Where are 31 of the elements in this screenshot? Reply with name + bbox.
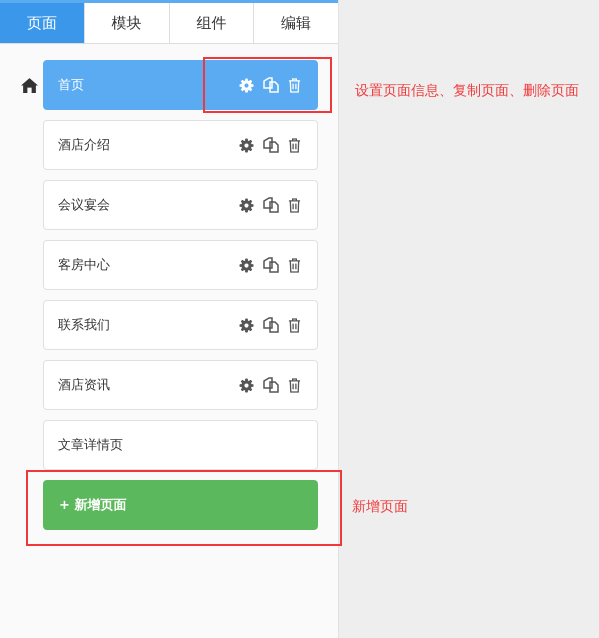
page-name: 酒店资讯	[58, 377, 111, 394]
trash-icon[interactable]	[288, 198, 301, 212]
settings-icon[interactable]	[239, 198, 254, 212]
page-name: 首页	[58, 77, 85, 94]
trash-icon[interactable]	[288, 318, 301, 332]
copy-icon[interactable]	[263, 317, 279, 333]
copy-icon[interactable]	[263, 197, 279, 213]
trash-icon[interactable]	[288, 258, 301, 272]
annotation-text: 设置页面信息、复制页面、删除页面	[355, 82, 580, 101]
page-name: 联系我们	[58, 317, 111, 334]
settings-icon[interactable]	[239, 318, 254, 332]
annotation-text: 新增页面	[352, 498, 408, 517]
copy-icon[interactable]	[263, 377, 279, 393]
page-item[interactable]: 酒店介绍	[43, 120, 318, 170]
page-name: 酒店介绍	[58, 137, 111, 154]
page-item[interactable]: 酒店资讯	[43, 360, 318, 410]
page-name: 文章详情页	[58, 437, 124, 454]
copy-icon[interactable]	[263, 137, 279, 153]
page-item[interactable]: 联系我们	[43, 300, 318, 350]
settings-icon[interactable]	[239, 138, 254, 152]
page-name: 会议宴会	[58, 197, 111, 214]
trash-icon[interactable]	[288, 378, 301, 392]
page-item[interactable]: 客房中心	[43, 240, 318, 290]
page-name: 客房中心	[58, 257, 111, 274]
copy-icon[interactable]	[263, 257, 279, 273]
page-item[interactable]: 文章详情页	[43, 420, 318, 470]
home-icon	[21, 78, 38, 92]
page-item[interactable]: 会议宴会	[43, 180, 318, 230]
settings-icon[interactable]	[239, 378, 254, 392]
settings-icon[interactable]	[239, 258, 254, 272]
trash-icon[interactable]	[288, 138, 301, 152]
